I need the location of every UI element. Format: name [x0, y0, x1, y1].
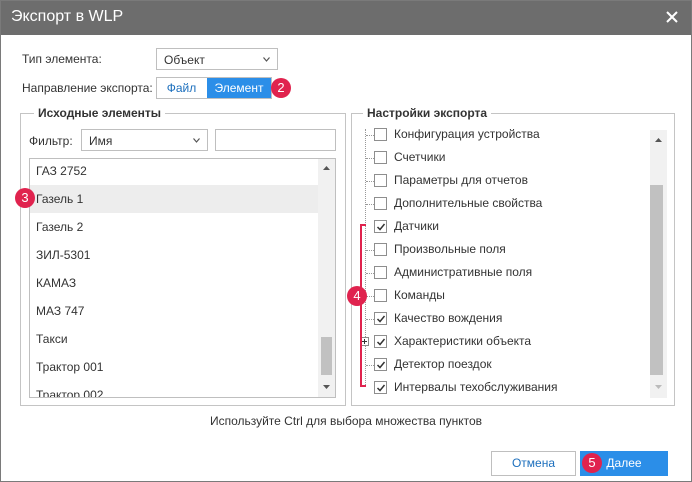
filter-field-value: Имя	[89, 134, 113, 148]
check-icon	[376, 223, 386, 231]
selection-bracket	[360, 224, 366, 387]
list-item[interactable]: ЗИЛ-5301	[30, 241, 318, 269]
setting-extra-props[interactable]: Дополнительные свойства	[358, 193, 648, 215]
checkbox[interactable]	[374, 174, 387, 187]
scroll-down-icon[interactable]	[323, 385, 330, 389]
list-item[interactable]: Газель 2	[30, 213, 318, 241]
chevron-down-icon	[193, 138, 200, 143]
setting-label: Датчики	[394, 219, 439, 233]
step-badge-5: 5	[582, 453, 602, 473]
step-badge-2: 2	[271, 78, 291, 98]
checkbox[interactable]	[374, 197, 387, 210]
filter-text-input[interactable]	[215, 129, 336, 151]
checkbox-checked[interactable]	[374, 381, 387, 394]
direction-option-element[interactable]: Элемент	[207, 78, 271, 98]
source-list: ГАЗ 2752 Газель 1 Газель 2 ЗИЛ-5301 КАМА…	[29, 158, 336, 398]
settings-tree: Конфигурация устройства Счетчики Парамет…	[358, 122, 667, 398]
setting-label: Детектор поездок	[394, 357, 492, 371]
checkbox[interactable]	[374, 289, 387, 302]
setting-object-characteristics[interactable]: Характеристики объекта	[358, 331, 648, 353]
settings-legend: Настройки экспорта	[363, 106, 492, 120]
setting-label: Дополнительные свойства	[394, 196, 543, 210]
checkbox[interactable]	[374, 243, 387, 256]
setting-driving-quality[interactable]: Качество вождения	[358, 308, 648, 330]
element-type-value: Объект	[164, 53, 205, 67]
setting-label: Качество вождения	[394, 311, 503, 325]
checkbox[interactable]	[374, 128, 387, 141]
dialog-title: Экспорт в WLP	[11, 8, 124, 25]
direction-option-file[interactable]: Файл	[157, 78, 206, 98]
scroll-thumb[interactable]	[650, 185, 663, 375]
filter-field-select[interactable]: Имя	[81, 129, 208, 151]
setting-device-config[interactable]: Конфигурация устройства	[358, 124, 648, 146]
scroll-up-icon[interactable]	[655, 138, 662, 142]
hint-text: Используйте Ctrl для выбора множества пу…	[209, 414, 483, 428]
list-item[interactable]: МАЗ 747	[30, 297, 318, 325]
list-item[interactable]: КАМАЗ	[30, 269, 318, 297]
check-icon	[376, 361, 386, 369]
step-badge-4: 4	[347, 286, 367, 306]
list-item[interactable]: Трактор 001	[30, 353, 318, 381]
checkbox-checked[interactable]	[374, 220, 387, 233]
checkbox-checked[interactable]	[374, 335, 387, 348]
source-legend: Исходные элементы	[34, 106, 166, 120]
setting-label: Команды	[394, 288, 445, 302]
setting-label: Характеристики объекта	[394, 334, 532, 348]
setting-label: Административные поля	[394, 265, 533, 279]
setting-label: Интервалы техобслуживания	[394, 380, 558, 394]
scroll-thumb[interactable]	[321, 337, 332, 375]
setting-admin-fields[interactable]: Административные поля	[358, 262, 648, 284]
settings-scrollbar[interactable]	[650, 130, 667, 398]
list-item[interactable]: Такси	[30, 325, 318, 353]
setting-maintenance-intervals[interactable]: Интервалы техобслуживания	[358, 377, 648, 398]
list-item[interactable]: ГАЗ 2752	[30, 159, 318, 185]
filter-label: Фильтр:	[29, 134, 73, 148]
checkbox[interactable]	[374, 151, 387, 164]
direction-toggle: Файл Элемент	[156, 77, 272, 99]
setting-label: Конфигурация устройства	[394, 127, 540, 141]
check-icon	[376, 384, 386, 392]
list-item-selected[interactable]: Газель 1	[30, 185, 318, 213]
scroll-up-icon[interactable]	[323, 166, 330, 170]
step-badge-3: 3	[15, 188, 35, 208]
check-icon	[376, 315, 386, 323]
setting-label: Счетчики	[394, 150, 446, 164]
checkbox[interactable]	[374, 266, 387, 279]
setting-report-params[interactable]: Параметры для отчетов	[358, 170, 648, 192]
setting-counters[interactable]: Счетчики	[358, 147, 648, 169]
setting-label: Произвольные поля	[394, 242, 506, 256]
setting-commands[interactable]: Команды	[358, 285, 648, 307]
setting-trip-detector[interactable]: Детектор поездок	[358, 354, 648, 376]
cancel-button[interactable]: Отмена	[491, 451, 576, 476]
title-bar: Экспорт в WLP	[1, 1, 691, 35]
source-list-scrollbar[interactable]	[318, 159, 335, 397]
setting-sensors[interactable]: Датчики	[358, 216, 648, 238]
element-type-label: Тип элемента:	[22, 52, 102, 66]
scroll-down-icon[interactable]	[655, 385, 662, 389]
setting-label: Параметры для отчетов	[394, 173, 528, 187]
checkbox-checked[interactable]	[374, 358, 387, 371]
export-dialog: Экспорт в WLP Тип элемента: Объект Напра…	[0, 0, 692, 482]
check-icon	[376, 338, 386, 346]
close-icon[interactable]	[665, 10, 679, 24]
direction-label: Направление экспорта:	[22, 81, 153, 95]
chevron-down-icon	[263, 57, 270, 62]
list-item[interactable]: Трактор 002	[30, 381, 318, 397]
checkbox-checked[interactable]	[374, 312, 387, 325]
setting-custom-fields[interactable]: Произвольные поля	[358, 239, 648, 261]
element-type-select[interactable]: Объект	[156, 48, 278, 70]
